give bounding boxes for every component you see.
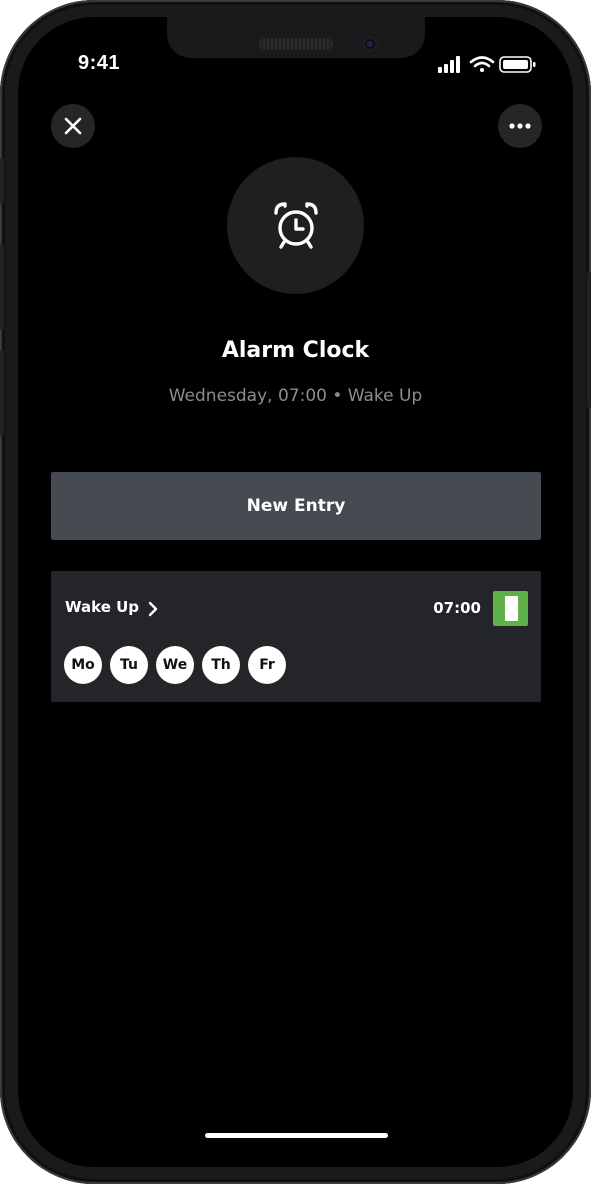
status-icons xyxy=(438,55,538,75)
wifi-icon xyxy=(469,56,495,72)
phone-frame: 9:41 Alarm Clock Wednesday, 07:00 • Wake… xyxy=(0,0,591,1184)
signal-icon xyxy=(438,56,460,73)
alarm-time: 07:00 xyxy=(433,599,481,617)
speaker-grille xyxy=(259,38,333,50)
alarm-card: Wake Up 07:00 Mo Tu We Th Fr xyxy=(51,571,541,702)
close-icon xyxy=(64,117,82,135)
chevron-right-icon[interactable] xyxy=(148,601,158,617)
volume-up-button xyxy=(0,244,4,330)
close-button[interactable] xyxy=(51,104,95,148)
volume-down-button xyxy=(0,350,4,436)
screen: 9:41 Alarm Clock Wednesday, 07:00 • Wake… xyxy=(18,17,573,1167)
day-chip-wednesday[interactable]: We xyxy=(156,646,194,684)
power-button xyxy=(587,272,591,408)
home-indicator[interactable] xyxy=(205,1133,388,1138)
day-chip-monday[interactable]: Mo xyxy=(64,646,102,684)
alarm-name[interactable]: Wake Up xyxy=(65,598,139,616)
next-alarm-summary: Wednesday, 07:00 • Wake Up xyxy=(168,386,423,406)
alarm-days: Mo Tu We Th Fr xyxy=(64,646,286,684)
day-chip-tuesday[interactable]: Tu xyxy=(110,646,148,684)
more-options-button[interactable] xyxy=(498,104,542,148)
toggle-knob xyxy=(505,596,518,621)
alarm-clock-badge xyxy=(227,157,364,294)
new-entry-button[interactable]: New Entry xyxy=(51,472,541,540)
day-chip-friday[interactable]: Fr xyxy=(248,646,286,684)
page-title: Alarm Clock xyxy=(221,338,370,363)
notch xyxy=(167,17,425,58)
more-icon xyxy=(509,123,531,129)
alarm-clock-icon xyxy=(273,201,318,249)
battery-icon xyxy=(499,56,536,73)
silent-switch xyxy=(0,158,4,204)
day-chip-thursday[interactable]: Th xyxy=(202,646,240,684)
status-time: 9:41 xyxy=(78,52,121,74)
front-camera xyxy=(362,36,378,52)
alarm-enabled-toggle[interactable] xyxy=(493,591,528,626)
